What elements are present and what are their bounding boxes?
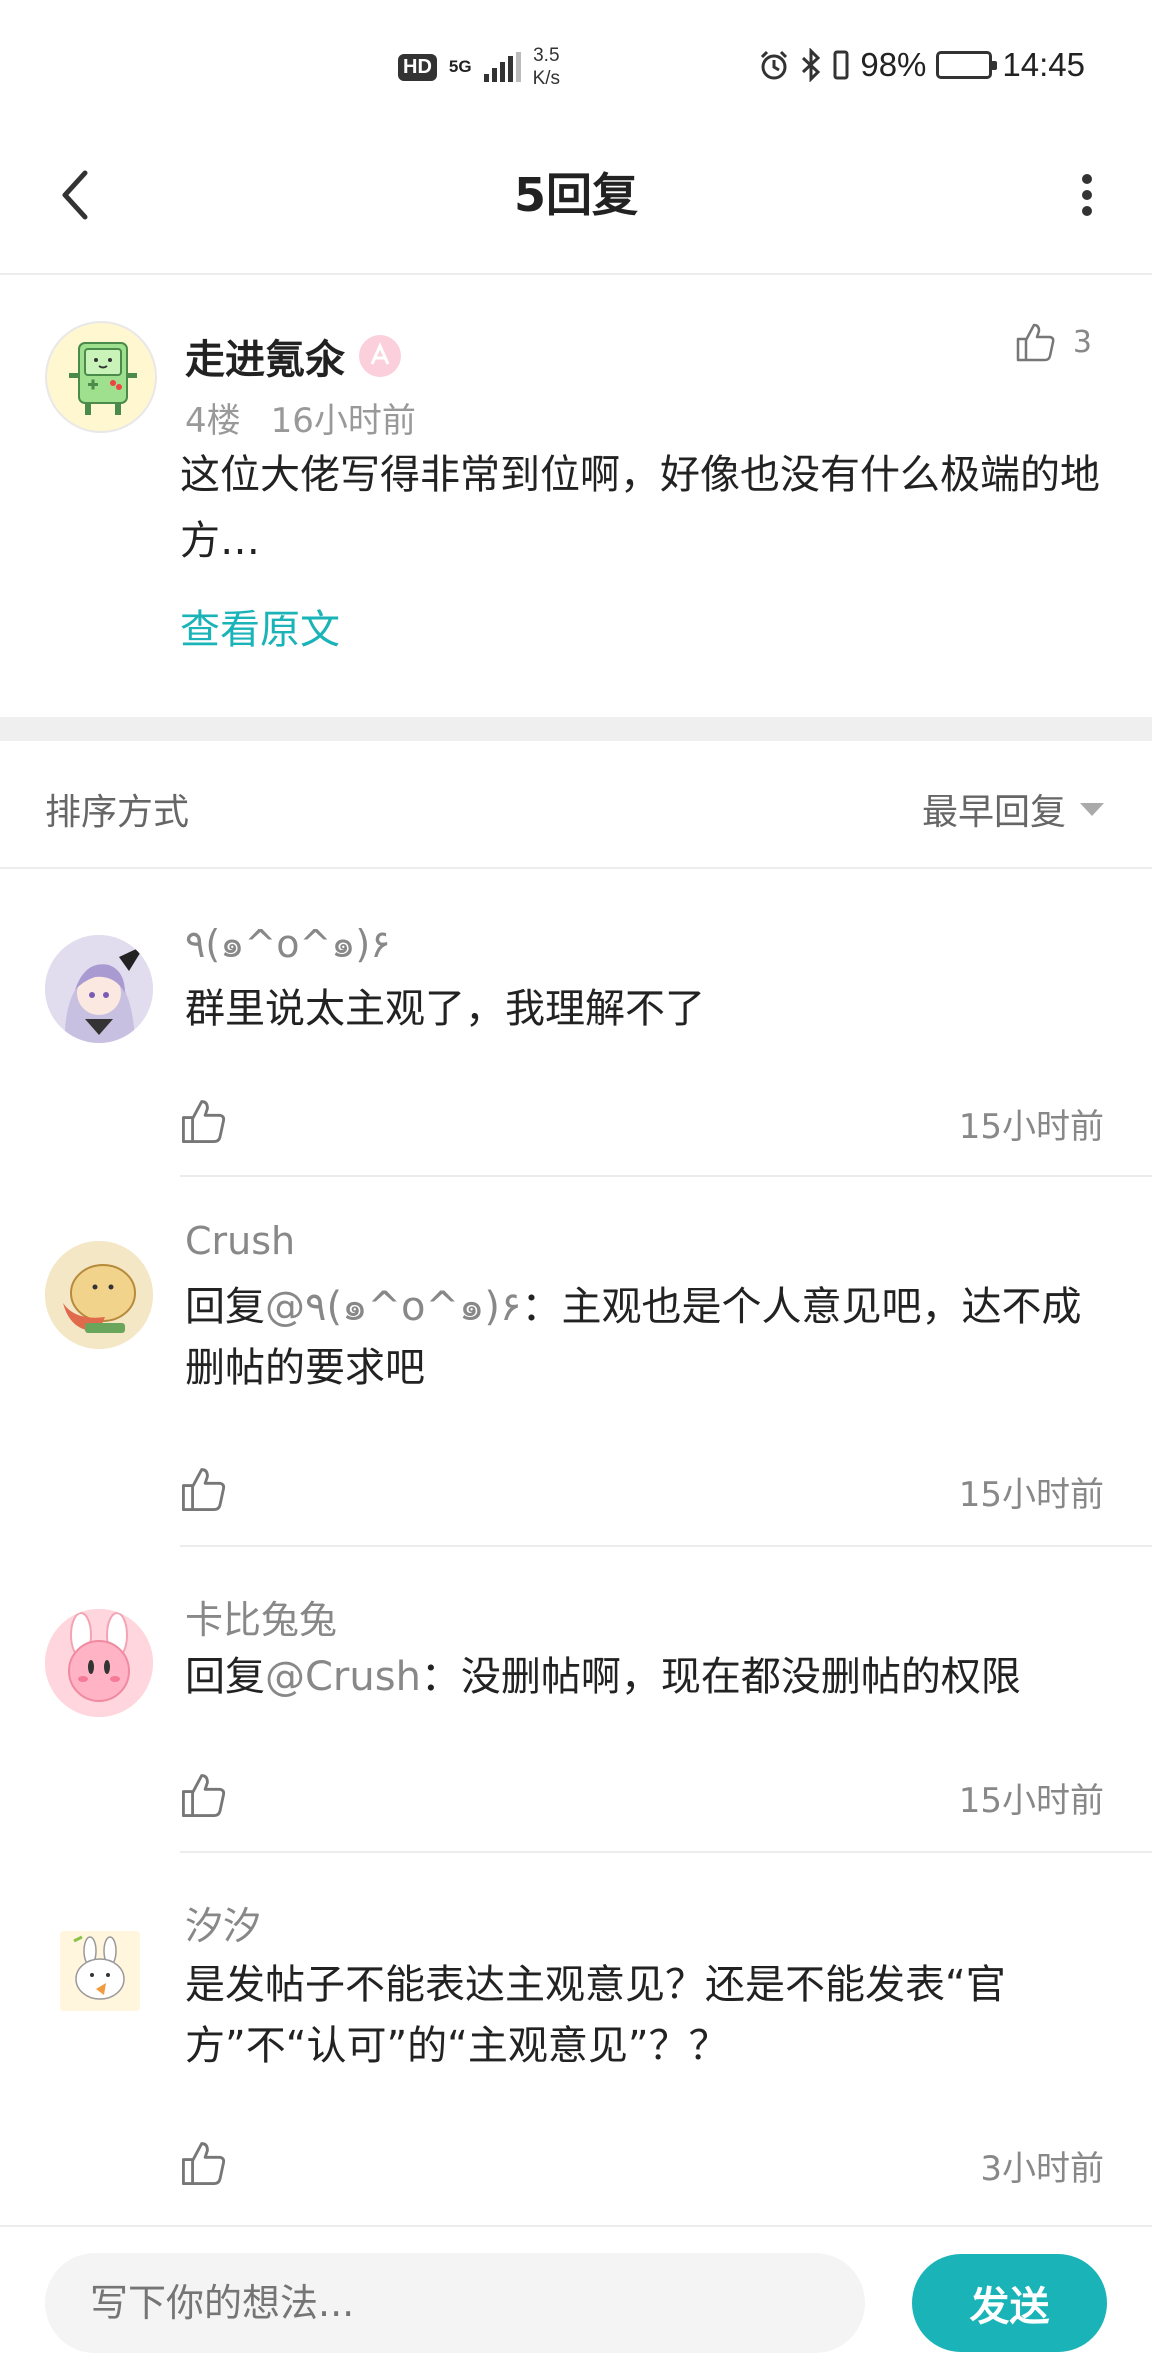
avatar[interactable]: [45, 1609, 153, 1717]
bluetooth-icon: [802, 48, 821, 82]
alarm-icon: [761, 50, 788, 80]
comment-composer: 发送: [0, 2225, 1152, 2376]
reply-author[interactable]: ٩(๑^o^๑)۶: [185, 913, 391, 974]
avatar[interactable]: [45, 935, 153, 1043]
comment-input[interactable]: [45, 2253, 865, 2353]
game-console-avatar-icon: [69, 342, 137, 415]
signal-icon: [483, 52, 521, 82]
vibrate-icon: [833, 50, 849, 80]
reply-author[interactable]: Crush: [185, 1219, 295, 1263]
thumbs-up-icon[interactable]: [180, 2139, 228, 2187]
reply-time: 15小时前: [958, 1781, 1104, 1821]
floor-number: 4楼: [185, 401, 241, 441]
comment-meta: 4楼 16小时前: [185, 393, 416, 442]
status-right: 98% 14:45: [758, 46, 1085, 84]
reply-body: ：没删帖啊，现在都没删帖的权限: [420, 1654, 1021, 1700]
clock: 14:45: [1002, 46, 1085, 83]
top-nav: 5回复: [0, 130, 1152, 275]
reply-text: 回复@٩(๑^o^๑)۶：主观也是个人意见吧，达不成删帖的要求吧: [185, 1277, 1105, 1399]
reply-item: ٩(๑^o^๑)۶ 群里说太主观了，我理解不了 15小时前: [0, 869, 1152, 1179]
sort-label: 排序方式: [45, 792, 190, 833]
reply-item: 卡比兔兔 回复@Crush：没删帖啊，现在都没删帖的权限 15小时前: [0, 1549, 1152, 1855]
thumbs-up-icon[interactable]: [180, 1465, 228, 1513]
avatar[interactable]: [60, 1931, 140, 2011]
sort-dropdown[interactable]: 最早回复: [922, 783, 1104, 835]
sort-selected: 最早回复: [921, 792, 1066, 833]
sort-dropdown-icon: [1080, 802, 1104, 816]
reply-time: 15小时前: [958, 1475, 1104, 1515]
send-button[interactable]: 发送: [912, 2254, 1107, 2352]
view-original-link[interactable]: 查看原文: [180, 597, 340, 655]
network-speed: 3.5 K/s: [533, 44, 560, 90]
network-speed-value: 3.5: [533, 45, 560, 66]
like-button[interactable]: 3: [1015, 321, 1092, 363]
reply-prefix: 回复: [185, 1654, 265, 1700]
reply-author[interactable]: 卡比兔兔: [185, 1589, 337, 1644]
anime-girl-avatar-icon: [45, 935, 153, 1043]
reply-text: 群里说太主观了，我理解不了: [185, 986, 705, 1032]
reply-time: 3小时前: [980, 2149, 1104, 2189]
mention-link[interactable]: @٩(๑^o^๑)۶: [265, 1284, 521, 1330]
page-title: 5回复: [513, 168, 638, 222]
user-badge-icon: [359, 335, 401, 377]
reply-text: 是发帖子不能表达主观意见？还是不能发表“官方”不“认可”的“主观意见”？？: [185, 1962, 1006, 2069]
avatar[interactable]: [45, 1241, 153, 1349]
comment-time: 16小时前: [270, 401, 416, 441]
comment-text: 这位大佬写得非常到位啊，好像也没有什么极端的地方…: [180, 452, 1100, 564]
reply-item: 汐汐 是发帖子不能表达主观意见？还是不能发表“官方”不“认可”的“主观意见”？？…: [0, 1855, 1152, 2225]
reply-item: Crush 回复@٩(๑^o^๑)۶：主观也是个人意见吧，达不成删帖的要求吧 1…: [0, 1179, 1152, 1549]
hd-badge: HD: [398, 53, 437, 81]
reply-text: 回复@Crush：没删帖啊，现在都没删帖的权限: [185, 1647, 1105, 1708]
network-type: 5G: [448, 57, 472, 76]
status-bar: HD 5G 3.5 K/s 98% 14:45: [0, 0, 1152, 130]
comment-author[interactable]: 走进氪氽: [185, 327, 401, 385]
kirby-bunny-avatar-icon: [45, 1609, 153, 1717]
thumbs-up-icon[interactable]: [180, 1097, 228, 1145]
reply-prefix: 回复: [185, 1284, 265, 1330]
divider: [180, 1545, 1152, 1547]
reply-author[interactable]: 汐汐: [185, 1895, 261, 1950]
original-comment: 走进氪氽 3 4楼 16小时前 这位大佬写得非常到位啊，好像也没有什么极端的地方……: [0, 277, 1152, 717]
sort-bar: 排序方式 最早回复: [0, 741, 1152, 869]
thumbs-up-icon[interactable]: [180, 1771, 228, 1819]
author-name: 走进氪氽: [185, 337, 345, 383]
battery-percent: 98%: [860, 46, 927, 83]
rabbit-avatar-icon: [60, 1931, 140, 2011]
battery-icon: [936, 51, 998, 79]
status-left: HD 5G 3.5 K/s: [398, 44, 560, 90]
divider: [180, 1175, 1152, 1177]
reply-time: 15小时前: [958, 1107, 1104, 1147]
more-options-button[interactable]: [1052, 160, 1122, 230]
network-speed-unit: K/s: [532, 68, 561, 89]
divider: [180, 1851, 1152, 1853]
section-divider: [0, 717, 1152, 741]
avatar[interactable]: [45, 321, 157, 433]
mention-link[interactable]: @Crush: [265, 1654, 421, 1700]
like-count: 3: [1072, 324, 1092, 360]
more-icon: [1082, 174, 1092, 216]
thumbs-up-icon: [1016, 323, 1055, 362]
cartoon-creature-avatar-icon: [45, 1241, 153, 1349]
